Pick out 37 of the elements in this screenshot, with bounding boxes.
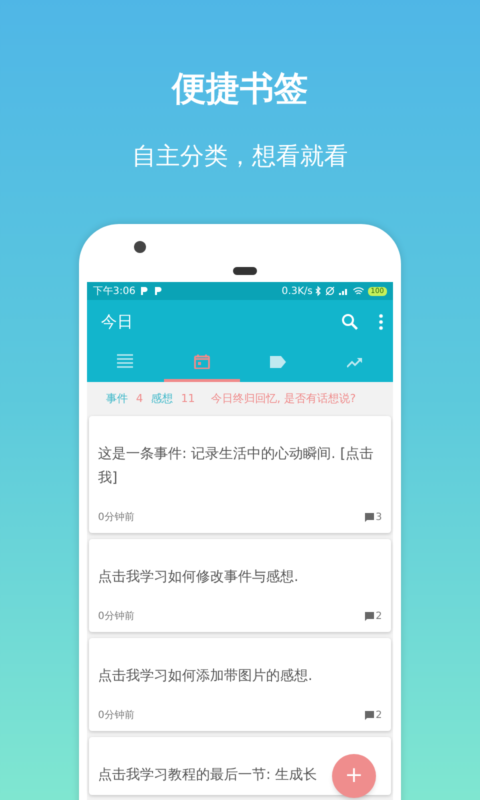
card-text: 这是一条事件: 记录生活中的心动瞬间. [点击我] [98, 445, 375, 488]
signal-icon [338, 287, 349, 295]
comment-icon [364, 513, 374, 522]
thoughts-count: 11 [181, 390, 195, 407]
comment-count: 2 [376, 610, 382, 624]
status-time: 下午3:06 [93, 284, 136, 298]
list-icon [117, 354, 134, 368]
wifi-icon [352, 286, 364, 296]
alarm-off-icon [324, 286, 335, 296]
event-card[interactable]: 点击我学习如何修改事件与感想. 0分钟前 2 [89, 539, 391, 632]
card-text: 点击我学习教程的最后一节: 生成长 [98, 766, 318, 785]
comment-icon [364, 711, 374, 720]
card-time: 0分钟前 [98, 708, 134, 723]
comment-count: 3 [376, 511, 382, 525]
prompt-text: 今日终归回忆, 是否有话想说? [211, 390, 356, 407]
card-time: 0分钟前 [98, 510, 134, 525]
events-count: 4 [136, 390, 143, 407]
promo-title: 便捷书签 [172, 68, 308, 111]
tag-icon [270, 354, 286, 368]
event-card[interactable]: 这是一条事件: 记录生活中的心动瞬间. [点击我] 0分钟前 3 [89, 416, 391, 533]
calendar-icon [194, 354, 210, 368]
thoughts-label: 感想 [151, 390, 173, 407]
comment-count: 2 [376, 709, 382, 723]
promo-subtitle: 自主分类，想看就看 [132, 141, 348, 172]
network-speed: 0.3K/s [282, 284, 313, 298]
event-card[interactable]: 点击我学习如何添加带图片的感想. 0分钟前 2 [89, 638, 391, 731]
camera-icon [134, 241, 146, 253]
speaker-icon [233, 267, 257, 275]
card-text: 点击我学习如何添加带图片的感想. [98, 667, 312, 686]
bluetooth-icon [314, 286, 321, 296]
events-label: 事件 [106, 390, 128, 407]
search-icon[interactable] [341, 312, 359, 330]
app-title: 今日 [101, 310, 133, 332]
card-time: 0分钟前 [98, 610, 134, 624]
more-icon[interactable] [379, 314, 383, 330]
comment-icon [364, 612, 374, 621]
card-text: 点击我学习如何修改事件与感想. [98, 568, 298, 587]
